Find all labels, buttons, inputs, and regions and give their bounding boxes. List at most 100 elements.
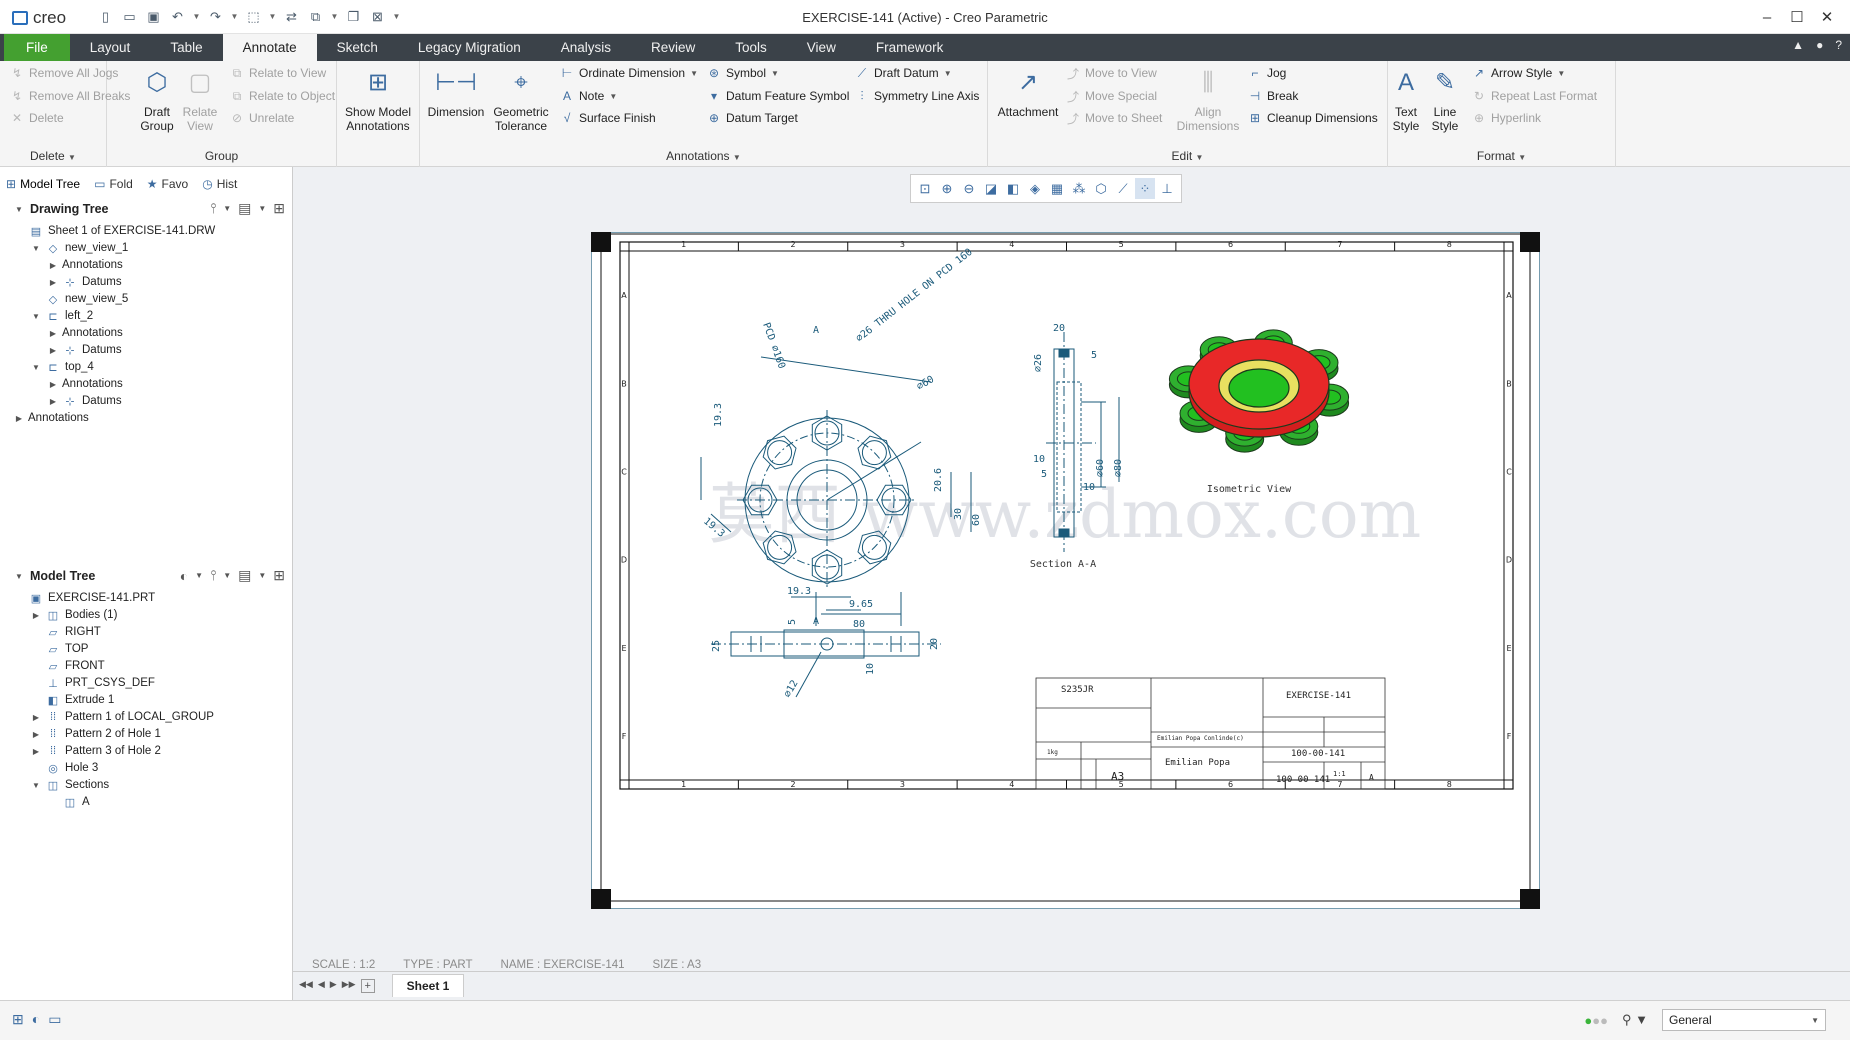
expand-caret-icon[interactable]: ▶ — [31, 611, 41, 620]
selection-filter[interactable]: General ▼ — [1662, 1009, 1826, 1031]
csys-display-icon[interactable]: ⊥ — [1157, 178, 1177, 199]
tree-filter-icon[interactable]: ⫯ — [210, 567, 216, 584]
relate-view-button[interactable]: ▢ Relate View — [180, 61, 220, 134]
remove-all-jogs-button[interactable]: ↯ Remove All Jogs — [10, 66, 118, 80]
expand-caret-icon[interactable]: ▶ — [48, 278, 58, 287]
repaint-icon[interactable]: ◪ — [981, 178, 1001, 199]
refit-icon[interactable]: ⊡ — [915, 178, 935, 199]
move-to-view-button[interactable]: ⤴ Move to View — [1066, 66, 1157, 81]
tab-review[interactable]: Review — [631, 34, 715, 61]
expand-caret-icon[interactable]: ▶ — [31, 730, 41, 739]
break-button[interactable]: ⊣ Break — [1248, 89, 1299, 103]
repeat-last-format-button[interactable]: ↻ Repeat Last Format — [1472, 89, 1597, 103]
view-manager-icon[interactable]: ▦ — [1047, 178, 1067, 199]
expand-caret-icon[interactable]: ▶ — [48, 329, 58, 338]
arrow-style-button[interactable]: ↗ Arrow Style ▼ — [1472, 66, 1565, 80]
tab-view[interactable]: View — [787, 34, 856, 61]
chevron-down-icon[interactable]: ▼ — [223, 571, 231, 580]
datum-feature-symbol-button[interactable]: ▾ Datum Feature Symbol — [707, 89, 849, 103]
tab-file[interactable]: File — [4, 34, 70, 61]
cleanup-dimensions-button[interactable]: ⊞ Cleanup Dimensions — [1248, 111, 1378, 125]
chevron-down-icon[interactable]: ▼ — [223, 204, 231, 213]
tree-row[interactable]: ◫ A — [48, 792, 90, 812]
tree-row[interactable]: ▶ Annotations — [14, 408, 89, 428]
tree-toggle-icon[interactable]: ⊞ — [12, 1011, 24, 1028]
text-style-button[interactable]: A Text Style — [1388, 61, 1424, 134]
expand-caret-icon[interactable]: ▶ — [31, 713, 41, 722]
add-sheet-icon[interactable]: + — [360, 979, 375, 993]
geometric-tolerance-button[interactable]: ⌖ Geometric Tolerance — [492, 61, 550, 134]
tab-legacy-migration[interactable]: Legacy Migration — [398, 34, 541, 61]
point-display-icon[interactable]: ⁘ — [1135, 178, 1155, 199]
tab-analysis[interactable]: Analysis — [541, 34, 631, 61]
tab-layout[interactable]: Layout — [70, 34, 151, 61]
expand-caret-icon[interactable]: ▶ — [31, 747, 41, 756]
attachment-button[interactable]: ↗ Attachment — [996, 61, 1060, 120]
chevron-down-icon[interactable]: ▼ — [258, 571, 266, 580]
zoom-in-icon[interactable]: ⊕ — [937, 178, 957, 199]
expand-caret-icon[interactable]: ▶ — [14, 414, 24, 423]
tree-filter-icon[interactable]: ⫯ — [210, 200, 216, 217]
last-sheet-icon[interactable]: ▶▶ — [342, 979, 356, 993]
move-special-button[interactable]: ⤴ Move Special — [1066, 89, 1157, 104]
dimension-button[interactable]: ⊢⊣ Dimension — [427, 61, 485, 120]
expand-caret-icon[interactable]: ▼ — [31, 312, 41, 321]
ordinate-dimension-button[interactable]: ⊢ Ordinate Dimension ▼ — [560, 66, 698, 80]
unrelate-button[interactable]: ⊘ Unrelate — [230, 111, 294, 125]
axis-display-icon[interactable]: ⟋ — [1113, 178, 1133, 199]
chevron-down-icon[interactable]: ▼ — [258, 204, 266, 213]
expand-caret-icon[interactable]: ▼ — [31, 244, 41, 253]
surface-finish-button[interactable]: √ Surface Finish — [560, 111, 656, 125]
show-icon[interactable]: ◐ — [180, 568, 188, 584]
model-tree-header[interactable]: ▼ Model Tree ◐ ▼ ⫯ ▼ ▤ ▼ ⊞ — [0, 564, 293, 588]
expand-caret-icon[interactable]: ▶ — [48, 397, 58, 406]
tab-history[interactable]: ◷ Hist — [202, 177, 237, 191]
first-sheet-icon[interactable]: ◀◀ — [299, 979, 313, 993]
expand-caret-icon[interactable]: ▼ — [31, 363, 41, 372]
delete-group-label[interactable]: Delete ▼ — [0, 149, 106, 163]
format-group-label[interactable]: Format ▼ — [1388, 149, 1615, 163]
find-icon[interactable]: ⚲ ▼ — [1622, 1012, 1648, 1028]
symmetry-line-axis-button[interactable]: ⫶ Symmetry Line Axis — [855, 89, 979, 104]
next-sheet-icon[interactable]: ▶ — [330, 979, 337, 993]
expand-caret-icon[interactable]: ▼ — [31, 781, 41, 790]
align-dimensions-button[interactable]: ⫼ Align Dimensions — [1176, 61, 1240, 134]
tab-tools[interactable]: Tools — [715, 34, 787, 61]
tab-model-tree[interactable]: ⊞ Model Tree — [6, 177, 80, 191]
tab-favorites[interactable]: ★ Favo — [147, 177, 188, 191]
help-icon[interactable]: ? — [1835, 38, 1842, 52]
fullscreen-icon[interactable]: ▭ — [48, 1011, 61, 1028]
datum-target-button[interactable]: ⊕ Datum Target — [707, 111, 798, 125]
tab-annotate[interactable]: Annotate — [222, 34, 317, 61]
delete-button[interactable]: ✕ Delete — [10, 111, 64, 125]
tab-table[interactable]: Table — [150, 34, 222, 61]
user-icon[interactable]: ● — [1816, 38, 1823, 52]
collapse-ribbon-icon[interactable]: ▲ — [1792, 38, 1804, 52]
drawing-sheet[interactable]: 1 1 2 2 3 3 4 4 5 5 6 6 7 7 8 8 A A B B C C D D E E F F 莫西 www.zdmo… — [591, 232, 1540, 909]
zoom-out-icon[interactable]: ⊖ — [959, 178, 979, 199]
display-style-icon[interactable]: ◧ — [1003, 178, 1023, 199]
draft-datum-button[interactable]: ⟋ Draft Datum ▼ — [855, 66, 952, 81]
browser-toggle-icon[interactable]: ◐ — [32, 1011, 40, 1028]
drawing-tree-header[interactable]: ▼ Drawing Tree ⫯ ▼ ▤ ▼ ⊞ — [0, 197, 293, 221]
prev-sheet-icon[interactable]: ◀ — [318, 979, 325, 993]
tab-sheet-1[interactable]: Sheet 1 — [392, 974, 464, 997]
draft-group-button[interactable]: ⬡ Draft Group — [139, 61, 175, 134]
datum-display-icon[interactable]: ⁂ — [1069, 178, 1089, 199]
maximize-icon[interactable]: ☐ — [1782, 6, 1812, 28]
expand-caret-icon[interactable]: ▶ — [48, 380, 58, 389]
line-style-button[interactable]: ✎ Line Style — [1427, 61, 1463, 134]
regeneration-status-icon[interactable]: ●●● — [1584, 1013, 1608, 1028]
tab-folder-browser[interactable]: ▭ Fold — [94, 177, 133, 191]
relate-to-view-button[interactable]: ⧉ Relate to View — [230, 66, 326, 81]
relate-to-object-button[interactable]: ⧉ Relate to Object — [230, 89, 335, 104]
tab-sketch[interactable]: Sketch — [317, 34, 398, 61]
saved-orientations-icon[interactable]: ◈ — [1025, 178, 1045, 199]
move-to-sheet-button[interactable]: ⤴ Move to Sheet — [1066, 111, 1162, 126]
tree-settings-icon[interactable]: ▤ — [238, 200, 251, 217]
tree-settings-icon[interactable]: ▤ — [238, 567, 251, 584]
plane-display-icon[interactable]: ⬡ — [1091, 178, 1111, 199]
annotations-group-label[interactable]: Annotations ▼ — [420, 149, 987, 163]
tree-columns-icon[interactable]: ⊞ — [273, 567, 285, 584]
expand-caret-icon[interactable]: ▶ — [48, 346, 58, 355]
